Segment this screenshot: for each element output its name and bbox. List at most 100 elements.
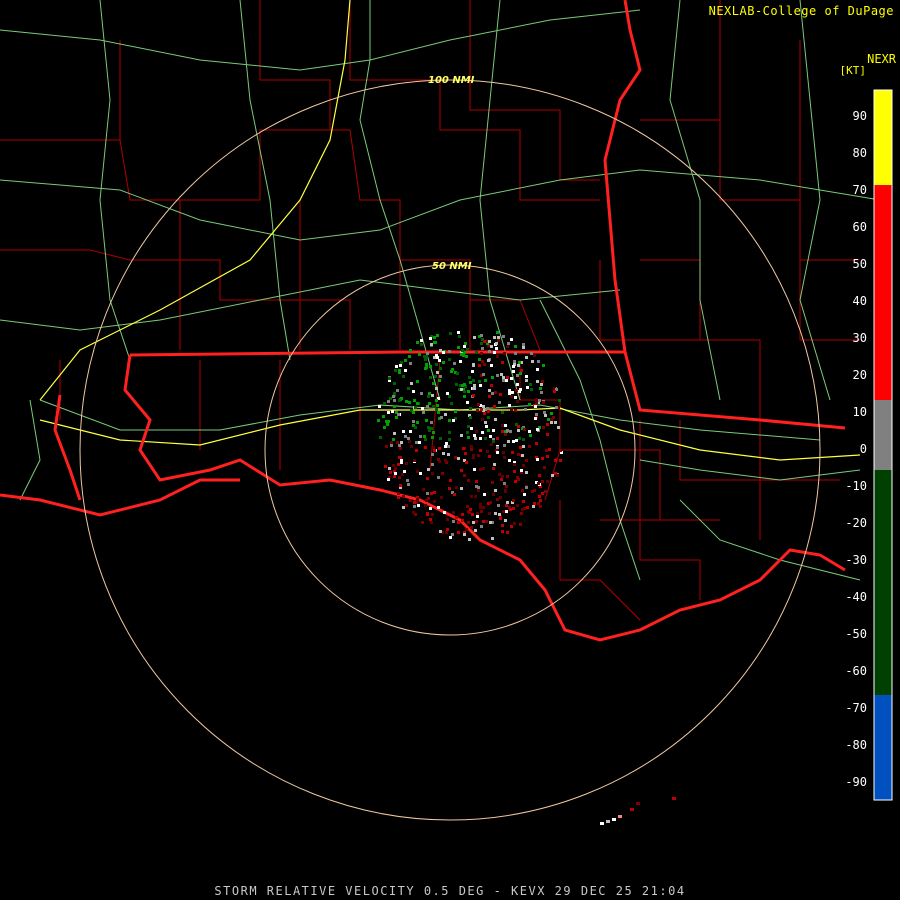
echo-pixel xyxy=(453,362,456,365)
echo-pixel xyxy=(479,506,482,509)
echo-pixel xyxy=(426,492,429,495)
echo-pixel xyxy=(423,355,426,358)
echo-pixel xyxy=(517,364,520,367)
echo-pixel xyxy=(389,397,392,400)
echo-pixel xyxy=(490,364,493,367)
echo-pixel xyxy=(505,504,508,507)
echo-pixel xyxy=(546,423,549,426)
echo-pixel xyxy=(455,486,458,489)
echo-pixel xyxy=(533,354,536,357)
echo-pixel xyxy=(395,416,398,419)
echo-pixel xyxy=(404,435,407,438)
echo-pixel xyxy=(554,421,557,424)
echo-pixel xyxy=(460,469,463,472)
echo-pixel xyxy=(496,437,499,440)
echo-pixel xyxy=(481,431,484,434)
echo-pixel xyxy=(503,456,506,459)
echo-pixel xyxy=(484,421,487,424)
echo-pixel xyxy=(518,437,521,440)
echo-pixel xyxy=(420,339,423,342)
echo-pixel xyxy=(387,478,390,481)
echo-pixel xyxy=(489,501,492,504)
echo-pixel xyxy=(413,459,416,462)
echo-pixel xyxy=(499,517,502,520)
units-label: [KT] xyxy=(839,64,867,77)
echo-pixel xyxy=(398,399,401,402)
echo-pixel xyxy=(498,513,501,516)
echo-pixel xyxy=(477,489,480,492)
echo-pixel xyxy=(537,360,540,363)
echo-pixel xyxy=(498,401,501,404)
echo-pixel xyxy=(489,521,492,524)
echo-pixel xyxy=(535,398,538,401)
legend-tick-label: 70 xyxy=(853,183,867,197)
echo-pixel xyxy=(512,440,515,443)
echo-pixel xyxy=(517,478,520,481)
echo-pixel xyxy=(431,513,434,516)
echo-pixel xyxy=(513,463,516,466)
echo-pixel xyxy=(433,336,436,339)
echo-pixel xyxy=(412,511,415,514)
echo-pixel xyxy=(487,410,490,413)
echo-pixel xyxy=(507,440,510,443)
echo-pixel xyxy=(426,405,429,408)
echo-pixel xyxy=(546,480,549,483)
echo-pixel xyxy=(538,399,541,402)
echo-pixel xyxy=(488,350,491,353)
echo-pixel xyxy=(470,445,473,448)
echo-pixel xyxy=(492,493,495,496)
echo-pixel xyxy=(526,506,529,509)
range-ring-label-100: 100 NMI xyxy=(428,75,475,86)
echo-pixel xyxy=(443,511,446,514)
echo-pixel xyxy=(402,495,405,498)
echo-pixel xyxy=(430,492,433,495)
echo-pixel xyxy=(548,448,551,451)
echo-pixel xyxy=(510,338,513,341)
echo-pixel xyxy=(427,426,430,429)
echo-pixel xyxy=(494,418,497,421)
echo-pixel xyxy=(506,501,509,504)
echo-pixel xyxy=(541,457,544,460)
echo-pixel xyxy=(393,382,396,385)
echo-pixel xyxy=(538,495,541,498)
legend-tick-label: 20 xyxy=(853,368,867,382)
echo-pixel xyxy=(523,428,526,431)
echo-pixel xyxy=(461,384,464,387)
echo-pixel xyxy=(500,478,503,481)
echo-pixel xyxy=(394,472,397,475)
echo-pixel xyxy=(452,419,455,422)
echo-pixel xyxy=(558,399,561,402)
echo-pixel xyxy=(432,405,435,408)
echo-pixel xyxy=(445,442,448,445)
echo-pixel xyxy=(429,365,432,368)
echo-pixel xyxy=(440,416,443,419)
echo-pixel xyxy=(524,408,527,411)
echo-pixel xyxy=(517,429,520,432)
echo-pixel xyxy=(449,536,452,539)
echo-pixel xyxy=(502,376,505,379)
legend-tick-label: 90 xyxy=(853,109,867,123)
echo-pixel xyxy=(387,411,390,414)
echo-pixel xyxy=(458,335,461,338)
radar-map: 100 NMI 50 NMI 90 80 70 60 50 40 30 20 10 0 -10 -20… xyxy=(0,0,893,825)
echo-pixel xyxy=(544,414,547,417)
echo-pixel xyxy=(410,445,413,448)
echo-pixel xyxy=(550,412,553,415)
echo-pixel xyxy=(501,361,504,364)
echo-pixel xyxy=(522,346,525,349)
echo-pixel xyxy=(492,440,495,443)
echo-pixel xyxy=(514,345,517,348)
echo-pixel xyxy=(398,371,401,374)
echo-pixel xyxy=(440,496,443,499)
echo-pixel xyxy=(510,408,513,411)
echo-pixel xyxy=(407,387,410,390)
echo-pixel xyxy=(543,466,546,469)
echo-pixel xyxy=(493,351,496,354)
echo-pixel xyxy=(507,342,510,345)
echo-pixel xyxy=(430,343,433,346)
echo-pixel xyxy=(403,470,406,473)
echo-pixel xyxy=(433,449,436,452)
legend-tick-label: -40 xyxy=(845,590,867,604)
echo-pixel xyxy=(426,512,429,515)
county-lines xyxy=(0,0,860,621)
